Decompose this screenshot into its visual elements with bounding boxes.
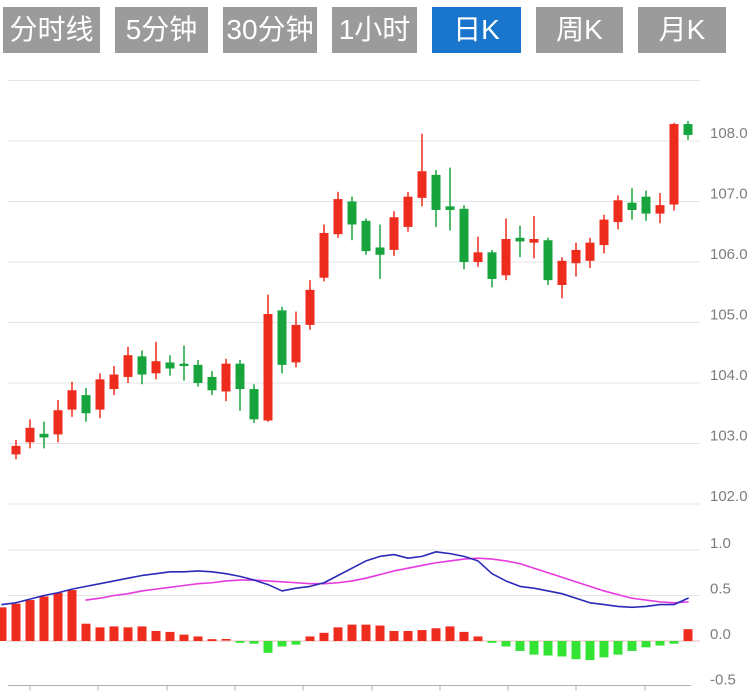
price-tick-label: 108.0 [710, 125, 748, 142]
macd-tick-label: 1.0 [710, 535, 731, 552]
tab-1hour[interactable]: 1小时 [332, 7, 417, 53]
tab-monthly[interactable]: 月K [638, 7, 726, 53]
macd-tick-label: -0.5 [710, 672, 736, 689]
tab-timeline[interactable]: 分时线 [3, 7, 100, 53]
interval-tab-bar: 分时线 5分钟 30分钟 1小时日K 周K 月K [3, 7, 726, 53]
candlesticks [12, 121, 693, 459]
macd-tick-label: 0.0 [710, 626, 731, 643]
tab-30min[interactable]: 30分钟 [223, 7, 317, 53]
tab-5min[interactable]: 5分钟 [115, 7, 208, 53]
price-tick-label: 102.0 [710, 488, 748, 505]
price-tick-label: 104.0 [710, 367, 748, 384]
macd-tick-label: 0.5 [710, 581, 731, 598]
kline-chart[interactable]: 108.0 107.0 106.0 105.0 104.0 103.0 102.0 1.0 0… [0, 0, 754, 691]
macd-axis-labels: 1.0 0.5 0.0 -0.5 [710, 535, 736, 689]
macd-histogram [0, 590, 693, 660]
tab-daily[interactable]: 日K [432, 7, 521, 53]
price-axis-labels: 108.0 107.0 106.0 105.0 104.0 103.0 102.0 [710, 125, 748, 505]
kline-app: { "tabs": { "items": [ {"id": "timeline"… [0, 0, 754, 691]
price-tick-label: 103.0 [710, 428, 748, 445]
tab-weekly[interactable]: 周K [536, 7, 623, 53]
price-tick-label: 107.0 [710, 186, 748, 203]
dea-line [86, 558, 688, 603]
price-gridlines [8, 81, 700, 505]
x-axis [8, 686, 691, 691]
price-tick-label: 106.0 [710, 246, 748, 263]
dif-line [2, 552, 688, 608]
price-tick-label: 105.0 [710, 307, 748, 324]
